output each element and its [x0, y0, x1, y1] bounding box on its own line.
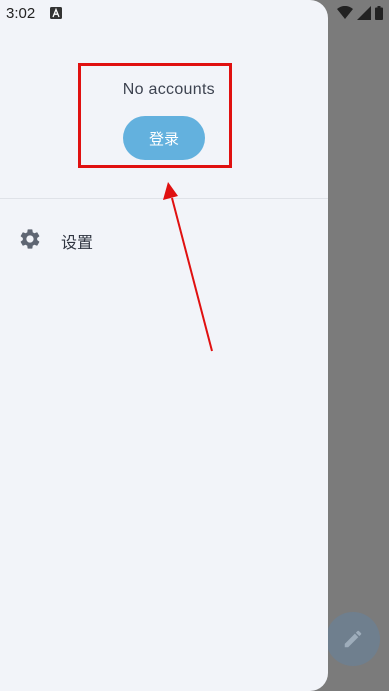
status-icons — [337, 6, 383, 20]
gear-icon — [20, 229, 40, 249]
status-time: 3:02 — [6, 5, 36, 22]
wifi-icon — [337, 6, 353, 19]
status-bar: 3:02 — [0, 0, 389, 28]
menu-item-settings[interactable]: 设置 — [0, 218, 328, 262]
annotation-highlight-box — [78, 63, 232, 168]
cell-signal-icon — [357, 6, 371, 20]
menu-item-label: 设置 — [61, 233, 94, 252]
compose-fab[interactable] — [326, 612, 380, 666]
pencil-icon — [344, 630, 362, 648]
battery-icon — [375, 6, 383, 20]
drawer-divider — [0, 198, 328, 199]
a-letter-notification-icon — [50, 7, 62, 19]
